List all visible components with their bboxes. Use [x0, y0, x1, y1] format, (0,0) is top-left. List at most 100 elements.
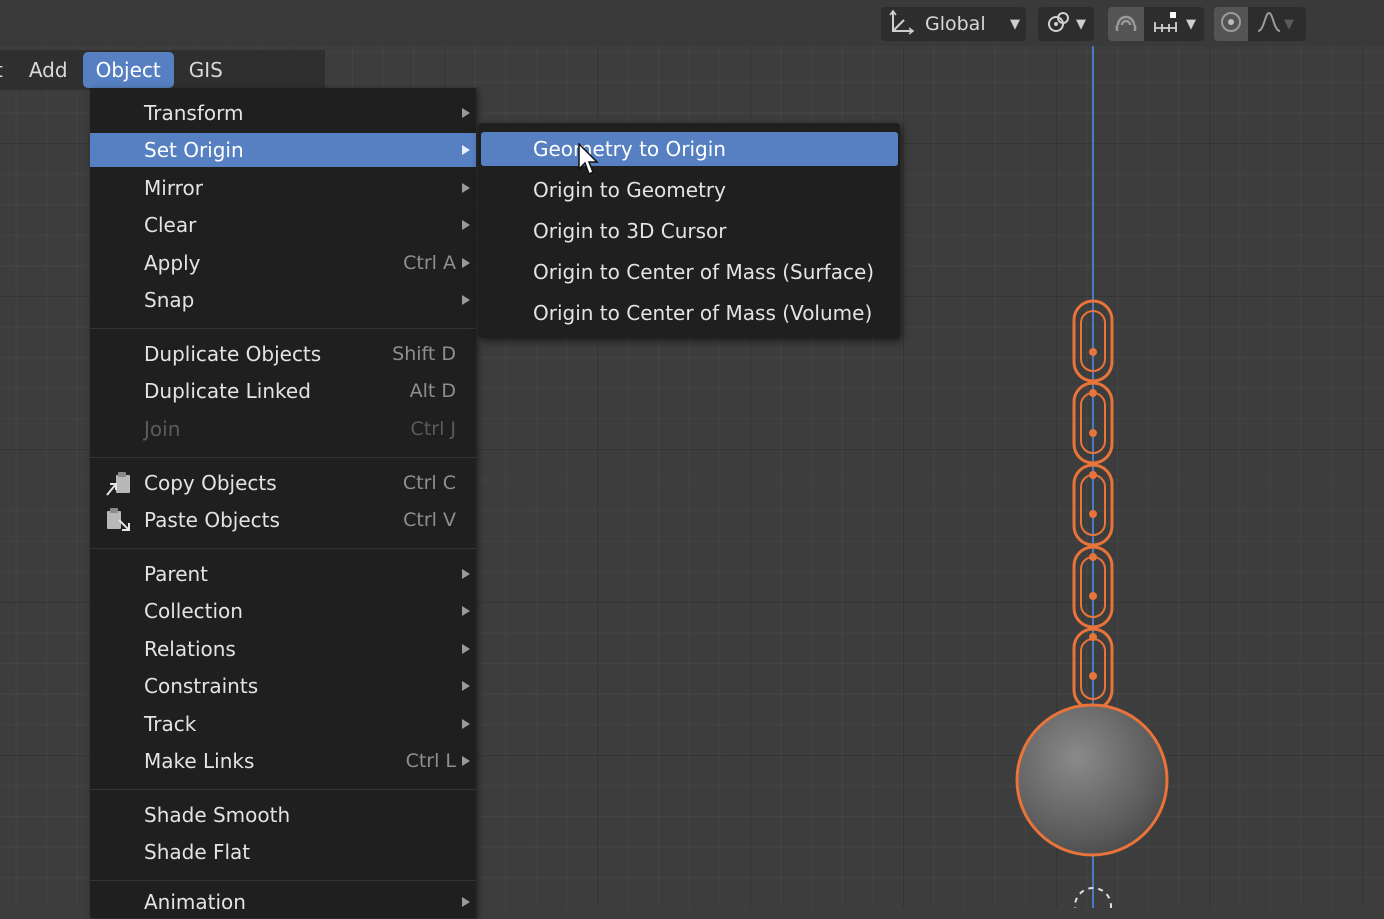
pivot-point-dropdown[interactable]: ▼: [1038, 7, 1094, 41]
submenu-arrow-icon: [462, 183, 470, 193]
submenu-arrow-icon: [462, 644, 470, 654]
submenu-arrow-icon: [462, 108, 470, 118]
viewport-header: Global ▼ ▼ ▼ ▼: [0, 0, 1384, 46]
menu-item-label: Snap: [144, 288, 195, 312]
submenu-arrow-icon: [462, 681, 470, 691]
submenu-item-origin-to-3d-cursor[interactable]: Origin to 3D Cursor: [481, 214, 898, 248]
menu-item-paste-objects[interactable]: Paste Objects Ctrl V: [90, 503, 476, 537]
menu-item-constraints[interactable]: Constraints: [90, 669, 476, 703]
orientation-label: Global: [925, 13, 986, 35]
copy-icon: [105, 471, 133, 497]
menu-item-label: Constraints: [144, 674, 259, 698]
chevron-down-icon: ▼: [1076, 16, 1086, 32]
menu-item-label: Geometry to Origin: [533, 137, 726, 161]
menu-item-label: Make Links: [144, 749, 255, 773]
menu-item-label: Parent: [144, 562, 209, 586]
menu-item-label: Paste Objects: [144, 508, 280, 532]
chevron-down-icon: ▼: [1010, 16, 1020, 32]
menu-item-label: Relations: [144, 637, 236, 661]
menu-item-label: Set Origin: [144, 138, 244, 162]
menu-object[interactable]: Object: [82, 52, 174, 88]
submenu-arrow-icon: [462, 220, 470, 230]
menu-item-track[interactable]: Track: [90, 707, 476, 741]
menu-item-animation[interactable]: Animation: [90, 885, 476, 919]
menu-separator: [90, 328, 476, 329]
shortcut-label: Ctrl V: [403, 509, 456, 531]
menu-item-copy-objects[interactable]: Copy Objects Ctrl C: [90, 466, 476, 500]
submenu-arrow-icon: [462, 719, 470, 729]
menu-item-label: Shade Smooth: [144, 803, 291, 827]
shortcut-label: Ctrl J: [410, 418, 456, 440]
submenu-arrow-icon: [462, 145, 470, 155]
submenu-arrow-icon: [462, 295, 470, 305]
proportional-edit-icon: [1219, 10, 1243, 39]
menu-item-label: Mirror: [144, 176, 203, 200]
menu-item-set-origin[interactable]: Set Origin: [90, 133, 476, 167]
menu-item-label: Collection: [144, 599, 243, 623]
menu-item-label: Copy Objects: [144, 471, 277, 495]
menu-item-duplicate-objects[interactable]: Duplicate Objects Shift D: [90, 337, 476, 371]
menu-separator: [90, 548, 476, 549]
menu-item-shade-flat[interactable]: Shade Flat: [90, 835, 476, 869]
menu-item-label: Animation: [144, 890, 246, 914]
mouse-cursor-icon: [578, 143, 599, 176]
menu-gis[interactable]: GIS: [176, 52, 236, 88]
menu-item-mirror[interactable]: Mirror: [90, 171, 476, 205]
menu-item-apply[interactable]: Apply Ctrl A: [90, 246, 476, 280]
submenu-arrow-icon: [462, 756, 470, 766]
snap-element-dropdown[interactable]: ▼: [1144, 7, 1204, 41]
menu-item-clear[interactable]: Clear: [90, 208, 476, 242]
shortcut-label: Alt D: [409, 380, 456, 402]
submenu-item-origin-to-com-surface[interactable]: Origin to Center of Mass (Surface): [481, 255, 898, 289]
menu-item-duplicate-linked[interactable]: Duplicate Linked Alt D: [90, 374, 476, 408]
menu-item-shade-smooth[interactable]: Shade Smooth: [90, 798, 476, 832]
object-menu: Transform Set Origin Mirror Clear Apply …: [90, 88, 476, 918]
chevron-down-icon: ▼: [1284, 16, 1294, 32]
menu-item-label: Transform: [144, 101, 244, 125]
menu-item-label: Track: [144, 712, 197, 736]
menu-item-label: Origin to 3D Cursor: [533, 219, 727, 243]
submenu-item-origin-to-com-volume[interactable]: Origin to Center of Mass (Volume): [481, 296, 898, 330]
falloff-dropdown[interactable]: ▼: [1248, 7, 1306, 41]
3d-cursor-icon: [1074, 887, 1112, 908]
shortcut-label: Ctrl L: [405, 750, 456, 772]
menu-add[interactable]: Add: [16, 52, 81, 88]
submenu-arrow-icon: [462, 606, 470, 616]
sphere-object[interactable]: [1015, 703, 1169, 857]
falloff-curve-icon: [1256, 10, 1282, 39]
shortcut-label: Ctrl C: [402, 472, 456, 494]
chain-object[interactable]: [1072, 299, 1114, 720]
viewport-menubar: t Add Object GIS: [0, 50, 325, 90]
transform-orientation-dropdown[interactable]: Global ▼: [881, 7, 1026, 41]
menu-item-join: Join Ctrl J: [90, 412, 476, 446]
submenu-item-geometry-to-origin[interactable]: Geometry to Origin: [481, 132, 898, 166]
menu-separator: [90, 789, 476, 790]
snap-magnet-icon: [1113, 9, 1139, 40]
submenu-item-origin-to-geometry[interactable]: Origin to Geometry: [481, 173, 898, 207]
submenu-arrow-icon: [462, 569, 470, 579]
menu-item-label: Origin to Geometry: [533, 178, 726, 202]
menu-item-label: Join: [144, 417, 181, 441]
menu-item-label: Apply: [144, 251, 201, 275]
set-origin-submenu: Geometry to Origin Origin to Geometry Or…: [478, 123, 900, 338]
menu-item-make-links[interactable]: Make Links Ctrl L: [90, 744, 476, 778]
submenu-arrow-icon: [462, 897, 470, 907]
menu-item-collection[interactable]: Collection: [90, 594, 476, 628]
chain-link: [1072, 299, 1114, 383]
menu-item-parent[interactable]: Parent: [90, 557, 476, 591]
paste-icon: [105, 508, 133, 534]
snap-toggle[interactable]: [1108, 7, 1144, 41]
menu-item-transform[interactable]: Transform: [90, 96, 476, 130]
transform-orientation-icon: [889, 9, 915, 40]
proportional-edit-toggle[interactable]: [1214, 7, 1248, 41]
menu-item-label: Duplicate Linked: [144, 379, 311, 403]
menu-separator: [90, 457, 476, 458]
menu-item-label: Duplicate Objects: [144, 342, 322, 366]
snap-increment-icon: [1152, 10, 1182, 39]
menu-select[interactable]: t: [0, 52, 16, 88]
menu-item-relations[interactable]: Relations: [90, 632, 476, 666]
pivot-point-icon: [1046, 10, 1072, 39]
submenu-arrow-icon: [462, 258, 470, 268]
shortcut-label: Shift D: [392, 343, 456, 365]
menu-item-snap[interactable]: Snap: [90, 283, 476, 317]
